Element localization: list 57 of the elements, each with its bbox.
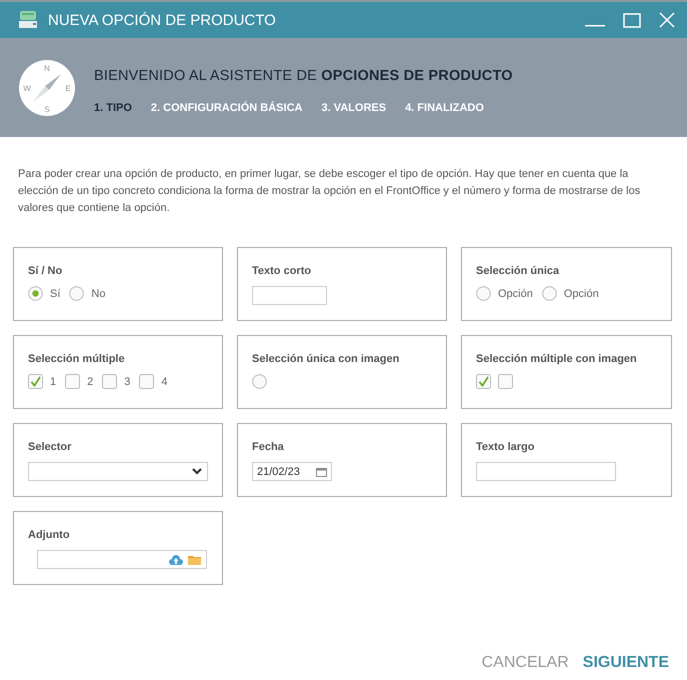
radio-button[interactable] <box>252 374 267 389</box>
date-field[interactable]: 21/02/23 <box>252 462 332 481</box>
checkbox[interactable] <box>102 374 118 389</box>
checkbox[interactable] <box>498 374 513 389</box>
checkbox[interactable] <box>476 374 491 389</box>
option-label: Sí <box>50 288 60 300</box>
option-label: 1 <box>50 376 56 388</box>
option-label: No <box>91 288 106 300</box>
card-title: Texto largo <box>476 441 536 453</box>
checkbox[interactable] <box>65 374 80 389</box>
option-type-card[interactable]: Texto corto <box>237 247 447 321</box>
option-label: 3 <box>124 376 130 388</box>
app-icon <box>18 11 38 29</box>
card-title: Adjunto <box>28 529 71 541</box>
dropdown[interactable] <box>28 462 208 481</box>
option-label: Opción <box>564 288 599 300</box>
option-type-card[interactable]: Fecha 21/02/23 <box>237 423 447 497</box>
card-title: Selección múltiple con imagen <box>476 353 638 365</box>
option-label: 2 <box>87 376 94 388</box>
wizard-heading: BIENVENIDO AL ASISTENTE DE OPCIONES DE PRODUCTO <box>94 68 513 84</box>
option-type-card[interactable]: Texto largo <box>461 423 672 497</box>
option-type-card[interactable]: Selector <box>13 423 223 497</box>
option-label: 4 <box>161 376 168 388</box>
option-type-card[interactable]: Sí / No Sí No <box>13 247 223 321</box>
input-field[interactable] <box>252 286 327 305</box>
option-type-card[interactable]: Selección múltiple con imagen <box>461 335 672 409</box>
checkbox[interactable] <box>139 374 154 389</box>
radio-button[interactable] <box>476 286 491 301</box>
card-title: Texto corto <box>252 265 312 277</box>
option-type-card[interactable]: Adjunto <box>13 511 223 585</box>
chevron-down-icon <box>192 468 202 475</box>
card-title: Sí / No <box>28 265 64 277</box>
option-type-card[interactable]: Selección múltiple 1 2 3 4 <box>13 335 223 409</box>
checkbox[interactable] <box>28 374 43 389</box>
close-icon[interactable] <box>659 12 675 28</box>
input-field[interactable] <box>476 462 616 481</box>
cloud-upload-icon[interactable] <box>169 554 183 564</box>
card-title: Selección única con imagen <box>252 353 400 365</box>
option-type-card[interactable]: Selección única Opción Opción <box>461 247 672 321</box>
file-field[interactable] <box>37 550 207 569</box>
window-title: NUEVA OPCIÓN DE PRODUCTO <box>48 12 277 28</box>
radio-button[interactable] <box>542 286 557 301</box>
radio-button[interactable] <box>69 286 84 301</box>
compass-icon: N E S W <box>18 58 76 116</box>
card-title: Selección múltiple <box>28 353 126 365</box>
intro-paragraph: Para poder crear una opción de producto, en primer lugar, se debe escoger el tipo de opción. Hay que tener en cuenta que la elección de un tipo concreto condiciona la forma de mostrar la opción en el FrontOffice y el número y forma de mostrarse de los valores que contiene la opción. <box>18 167 642 216</box>
next-button[interactable]: SIGUIENTE <box>582 654 669 672</box>
folder-icon[interactable] <box>188 554 201 564</box>
card-title: Selección única <box>476 265 560 277</box>
step-tab[interactable]: 1. TIPO <box>94 102 132 114</box>
card-title: Selector <box>28 441 72 453</box>
card-title: Fecha <box>252 441 285 453</box>
option-type-card[interactable]: Selección única con imagen <box>237 335 447 409</box>
option-label: Opción <box>498 288 533 300</box>
radio-button[interactable] <box>28 286 43 301</box>
calendar-icon <box>316 466 327 476</box>
maximize-icon[interactable] <box>623 12 641 28</box>
